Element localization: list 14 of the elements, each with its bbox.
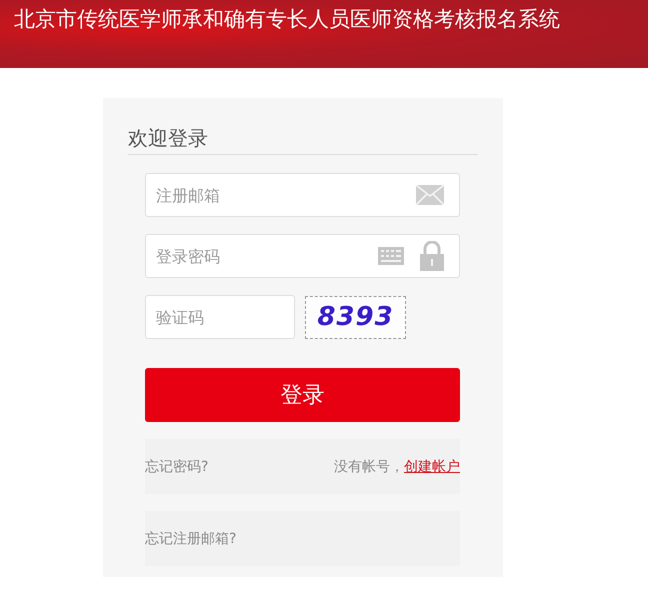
create-account-link[interactable]: 创建帐户 (404, 458, 460, 474)
site-title: 北京市传统医学师承和确有专长人员医师资格考核报名系统 (14, 6, 560, 33)
no-account-text: 没有帐号， (334, 458, 404, 474)
forgot-password-link[interactable]: 忘记密码? (145, 458, 208, 476)
envelope-icon (416, 185, 444, 205)
keyboard-icon[interactable] (378, 247, 404, 265)
captcha-field[interactable]: 验证码 (145, 295, 295, 339)
forgot-email-link[interactable]: 忘记注册邮箱? (145, 530, 236, 548)
password-field[interactable]: 登录密码 (145, 234, 460, 278)
lock-icon (420, 241, 444, 271)
captcha-image[interactable]: 8393 (305, 296, 406, 338)
login-heading: 欢迎登录 (128, 122, 478, 155)
email-field[interactable]: 注册邮箱 (145, 173, 460, 217)
login-button[interactable]: 登录 (145, 368, 460, 422)
